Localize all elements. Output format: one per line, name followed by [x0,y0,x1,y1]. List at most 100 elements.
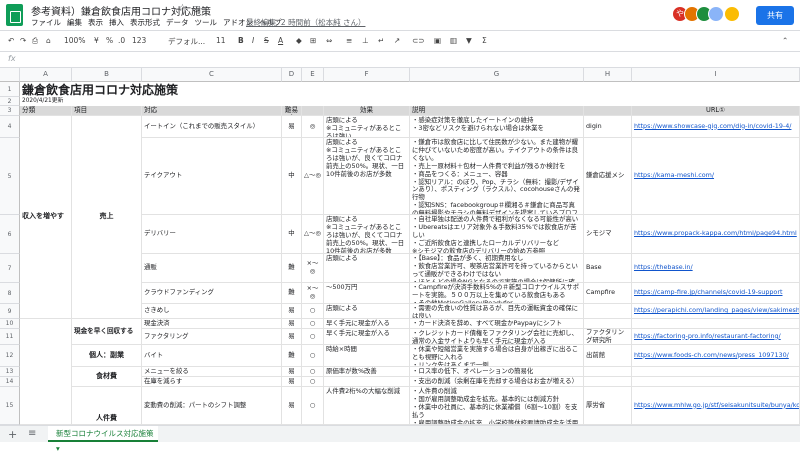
description-cell[interactable]: ・需要の先食いの性質はあるが、目先の運転資金の確保には良い [410,304,584,319]
difficulty-cell[interactable]: 易 [282,387,302,425]
difficulty-cell[interactable]: 易 [282,367,302,377]
avatar[interactable] [724,6,740,22]
header-cell[interactable]: 効果 [324,106,410,116]
italic-button[interactable]: I [252,36,254,45]
effect-cell[interactable]: 店頭による [324,304,410,319]
font-select[interactable]: デフォル... [168,36,205,47]
note-cell[interactable] [584,304,632,319]
description-cell[interactable]: ・【Base】：食品が多く、初期費用なし ・飲食店営業許可、喫茶店営業許可を持っ… [410,254,584,283]
row-header[interactable]: 14 [0,377,20,387]
row-header[interactable]: 5 [0,138,20,215]
column-header[interactable]: G [410,68,584,82]
note-cell[interactable] [584,367,632,377]
font-size-select[interactable]: 11 [216,36,226,45]
action-cell[interactable]: 在庫を減らす [142,377,282,387]
currency-button[interactable]: ¥ [94,36,99,45]
sheet-tab[interactable]: 新型コロナウイルス対応施策 ▾ [48,426,158,453]
difficulty-cell[interactable]: 易 [282,116,302,138]
updated-date[interactable]: 2020/4/21更新 [20,97,800,106]
difficulty-cell[interactable]: 難 [282,254,302,283]
row-header[interactable]: 3 [0,106,20,116]
mark-cell[interactable]: ○ [302,387,324,425]
note-cell[interactable] [584,377,632,387]
category-cell[interactable]: 個人：副業 [72,345,142,367]
row-header[interactable]: 11 [0,329,20,345]
note-cell[interactable]: 出前館 [584,345,632,367]
collapse-toolbar-icon[interactable]: ⌃ [782,36,788,45]
description-cell[interactable]: ・休業や短縮営業を実施する場合は自身が出稼ぎに出ることも視野に入れる ・リンク先… [410,345,584,367]
select-all-corner[interactable] [0,68,20,82]
more-formats-button[interactable]: 123 [132,36,146,45]
description-cell[interactable]: ・ロス率の低下、オペレーションの簡易化 [410,367,584,377]
difficulty-cell[interactable]: 易 [282,377,302,387]
header-cell[interactable] [302,106,324,116]
row-header[interactable]: 15 [0,387,20,425]
url-cell[interactable] [632,319,800,329]
column-header[interactable]: H [584,68,632,82]
difficulty-cell[interactable]: 中 [282,215,302,254]
category-cell[interactable]: 食材費 [72,367,142,387]
difficulty-cell[interactable]: 易 [282,304,302,319]
action-cell[interactable]: メニューを絞る [142,367,282,377]
category-cell[interactable]: 収入を増やす [20,116,72,319]
note-cell[interactable]: Campfire [584,283,632,304]
align-icon[interactable]: ≡ [346,36,352,45]
column-header[interactable]: I [632,68,800,82]
url-cell[interactable]: https://www.mhlw.go.jp/stf/seisakunitsui… [632,387,800,425]
note-cell[interactable]: ファクタリング研究所 [584,329,632,345]
effect-cell[interactable]: 店頭による [324,254,410,283]
description-cell[interactable]: ・クレジットカード債権をファクタリング会社に売却し、通常の入金サイトよりも早く手… [410,329,584,345]
rotate-icon[interactable]: ↗ [394,36,400,45]
action-cell[interactable]: 変動費の削減：パートのシフト調整 [142,387,282,425]
redo-icon[interactable]: ↷ [20,36,26,45]
menu-tools[interactable]: ツール [195,18,218,27]
menu-view[interactable]: 表示 [88,18,103,27]
url-cell[interactable]: https://www.propack-kappa.com/html/page9… [632,215,800,254]
url-cell[interactable]: https://factoring-pro.info/restaurant-fa… [632,329,800,345]
bold-button[interactable]: B [238,36,244,45]
header-cell[interactable]: 難易度 [282,106,302,116]
difficulty-cell[interactable]: 中 [282,138,302,215]
description-cell[interactable]: ・カード決済を辞め、すべて現金かPaypayにシフト [410,319,584,329]
chart-icon[interactable]: ▥ [450,36,457,45]
filter-icon[interactable]: ▼ [466,36,472,45]
url-cell[interactable] [632,367,800,377]
description-cell[interactable]: ・人件費の削減 ・国が雇用調整助成金を拡充。基本的には削減方針 ・休業中の社員に… [410,387,584,425]
valign-icon[interactable]: ⊥ [362,36,369,45]
row-header[interactable]: 12 [0,345,20,367]
mark-cell[interactable]: ×〜◎ [302,283,324,304]
note-cell[interactable]: シモジマ [584,215,632,254]
description-cell[interactable]: ・鎌倉市は飲食店に比して住民数が少ない。また建物が耀に仲びていないため密度が高い… [410,138,584,215]
formula-bar[interactable]: fx [0,52,800,68]
mark-cell[interactable]: ×〜◎ [302,254,324,283]
row-header[interactable]: 10 [0,319,20,329]
url-cell[interactable]: https://camp-fire.jp/channels/covid-19-s… [632,283,800,304]
zoom-select[interactable]: 100% [64,36,85,45]
decrease-decimals-button[interactable]: .0 [118,36,125,45]
effect-cell[interactable]: 人件費2桁%の大幅な削減 [324,387,410,425]
all-sheets-icon[interactable]: ≡ [28,428,36,439]
action-cell[interactable]: デリバリー [142,215,282,254]
note-cell[interactable]: 厚労省 [584,387,632,425]
header-cell[interactable]: 対応 [142,106,282,116]
strikethrough-button[interactable]: S [264,36,269,45]
menu-insert[interactable]: 挿入 [109,18,124,27]
fill-color-icon[interactable]: ◆ [296,36,302,45]
mark-cell[interactable]: ◎ [302,116,324,138]
mark-cell[interactable]: ○ [302,319,324,329]
action-cell[interactable]: クラウドファンディング [142,283,282,304]
effect-cell[interactable]: 店頭による ※コミュニティがあるところは強いが、良くてコロナ前売上の50%。現状… [324,215,410,254]
mark-cell[interactable]: ○ [302,367,324,377]
mark-cell[interactable]: △〜◎ [302,138,324,215]
row-header[interactable]: 1 [0,82,20,97]
mark-cell[interactable]: ○ [302,329,324,345]
row-header[interactable]: 6 [0,215,20,254]
category-cell[interactable]: 現金を早く回収する [72,319,142,345]
mark-cell[interactable]: △〜◎ [302,215,324,254]
add-sheet-icon[interactable]: + [8,428,17,441]
category-cell[interactable]: 売上 [72,116,142,319]
difficulty-cell[interactable]: 易 [282,319,302,329]
header-cell[interactable]: 分類 [20,106,72,116]
menu-edit[interactable]: 編集 [67,18,82,27]
mark-cell[interactable]: ○ [302,377,324,387]
